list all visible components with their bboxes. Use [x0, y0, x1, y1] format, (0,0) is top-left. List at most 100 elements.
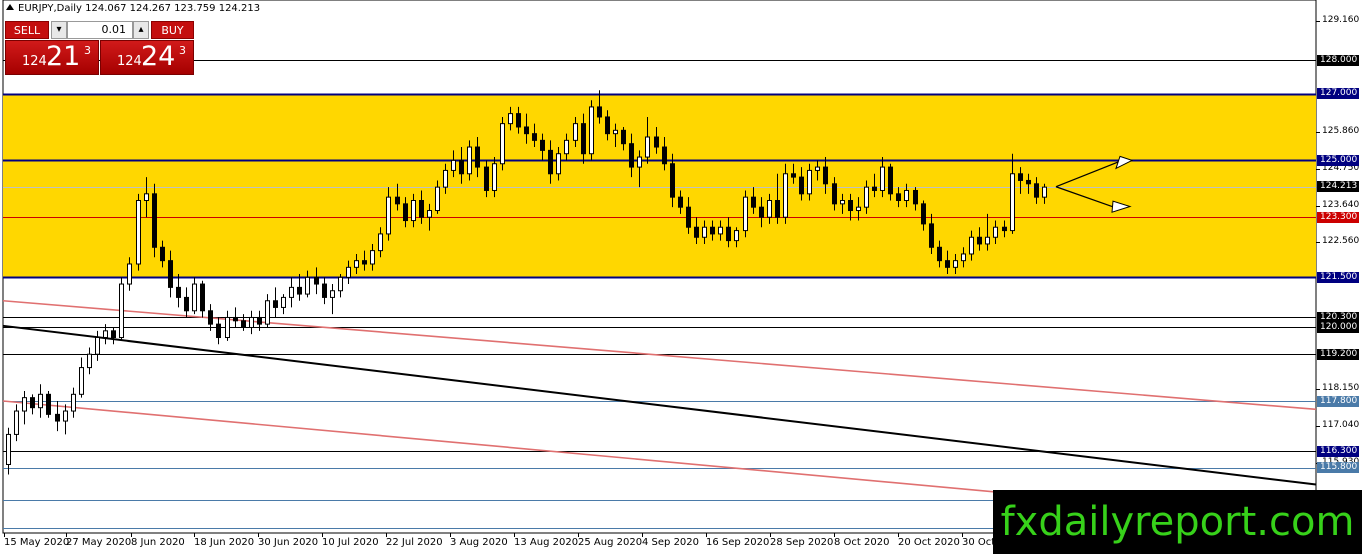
candle-bull	[807, 169, 812, 195]
x-tick-label: 15 May 2020	[4, 537, 70, 548]
candle-bull	[783, 173, 788, 218]
level-price-label: 128.000	[1317, 54, 1359, 66]
x-tick-label: 3 Aug 2020	[450, 537, 508, 548]
candle-bear	[322, 283, 327, 298]
candle-bull	[265, 300, 270, 325]
candle-bull	[508, 113, 513, 125]
lot-increase-button[interactable]: ▴	[133, 21, 149, 39]
watermark-logo: fxdailyreport.com	[993, 490, 1362, 554]
candle-bull	[856, 206, 861, 212]
candle-bull	[500, 123, 505, 165]
candle-bear	[273, 300, 278, 308]
candle-bull	[589, 106, 594, 155]
price-chart[interactable]	[0, 0, 1362, 554]
candle-bull	[144, 193, 149, 202]
candle-bear	[605, 116, 610, 135]
candle-bull	[1042, 186, 1047, 198]
level-price-label: 120.000	[1317, 321, 1359, 333]
candle-bear	[111, 330, 116, 339]
candle-bear	[823, 166, 828, 185]
candle-bull	[411, 200, 416, 222]
x-tick-label: 8 Oct 2020	[834, 537, 890, 548]
candle-bull	[14, 410, 19, 435]
candle-bull	[225, 316, 230, 339]
candle-bear	[791, 173, 796, 178]
candle-bull	[330, 290, 335, 298]
candle-bull	[985, 236, 990, 245]
candle-bear	[686, 206, 691, 228]
candle-bull	[305, 276, 310, 295]
candle-bear	[160, 246, 165, 262]
candle-bear	[775, 200, 780, 218]
candle-bull	[6, 433, 11, 465]
candle-bull	[573, 123, 578, 141]
candle-bear	[484, 166, 489, 191]
candle-bear	[524, 126, 529, 135]
buy-button[interactable]: BUY	[151, 21, 194, 39]
level-price-label: 124.213	[1317, 181, 1359, 193]
x-tick-label: 27 May 2020	[66, 537, 132, 548]
candle-bull	[443, 169, 448, 188]
candle-bull	[969, 236, 974, 255]
candle-bull	[637, 156, 642, 168]
candle-bull	[702, 226, 707, 238]
candle-bear	[937, 246, 942, 262]
bid-price-button[interactable]: 124 21 3	[5, 40, 99, 75]
candle-bull	[192, 283, 197, 312]
sell-button[interactable]: SELL	[5, 21, 49, 39]
ask-big-digits: 24	[141, 41, 176, 72]
x-tick-label: 22 Jul 2020	[386, 537, 443, 548]
candle-bull	[378, 233, 383, 252]
x-tick-label: 18 Jun 2020	[194, 537, 255, 548]
bid-pipette: 3	[84, 44, 91, 57]
level-price-label: 123.300	[1317, 211, 1359, 223]
candle-bear	[581, 123, 586, 155]
candle-bull	[289, 286, 294, 298]
candle-bear	[597, 106, 602, 118]
candle-bear	[1018, 173, 1023, 181]
candle-bear	[233, 316, 238, 322]
candle-bull	[961, 253, 966, 262]
x-tick-label: 4 Sep 2020	[642, 537, 700, 548]
candle-bull	[338, 276, 343, 292]
candle-bull	[386, 196, 391, 235]
candle-bear	[257, 316, 262, 325]
lot-decrease-button[interactable]: ▾	[51, 21, 67, 39]
candle-bear	[241, 320, 246, 328]
level-price-label: 119.200	[1317, 348, 1359, 360]
candle-bear	[200, 283, 205, 312]
candle-bull	[993, 226, 998, 238]
candle-bear	[297, 286, 302, 295]
candle-bear	[532, 133, 537, 141]
candle-bull	[435, 186, 440, 212]
candle-bull	[281, 296, 286, 308]
chart-title: EURJPY,Daily 124.067 124.267 123.759 124…	[6, 3, 260, 14]
candle-bear	[921, 203, 926, 225]
x-tick-label: 10 Jul 2020	[322, 537, 379, 548]
candle-bear	[848, 200, 853, 212]
candle-bull	[63, 410, 68, 422]
y-tick-label: 118.150	[1322, 383, 1360, 394]
candle-bear	[872, 186, 877, 191]
collapse-arrow-icon[interactable]	[6, 4, 14, 10]
candle-bear	[888, 166, 893, 195]
candle-bear	[46, 393, 51, 415]
candle-bear	[30, 397, 35, 409]
ask-pipette: 3	[179, 44, 186, 57]
candle-bear	[629, 143, 634, 168]
candle-bull	[718, 226, 723, 235]
ask-price-button[interactable]: 124 24 3	[100, 40, 194, 75]
candle-bear	[168, 260, 173, 288]
candle-bear	[1002, 226, 1007, 232]
candle-bear	[1034, 183, 1039, 198]
x-tick-label: 30 Oct	[962, 537, 996, 548]
candle-bull	[840, 200, 845, 205]
candle-bear	[475, 146, 480, 168]
candle-bull	[79, 367, 84, 395]
candle-bull	[556, 153, 561, 175]
x-tick-label: 30 Jun 2020	[258, 537, 319, 548]
lot-size-input[interactable]: 0.01	[67, 21, 133, 39]
candle-bull	[119, 283, 124, 339]
candle-bear	[694, 226, 699, 238]
candle-bear	[176, 286, 181, 298]
